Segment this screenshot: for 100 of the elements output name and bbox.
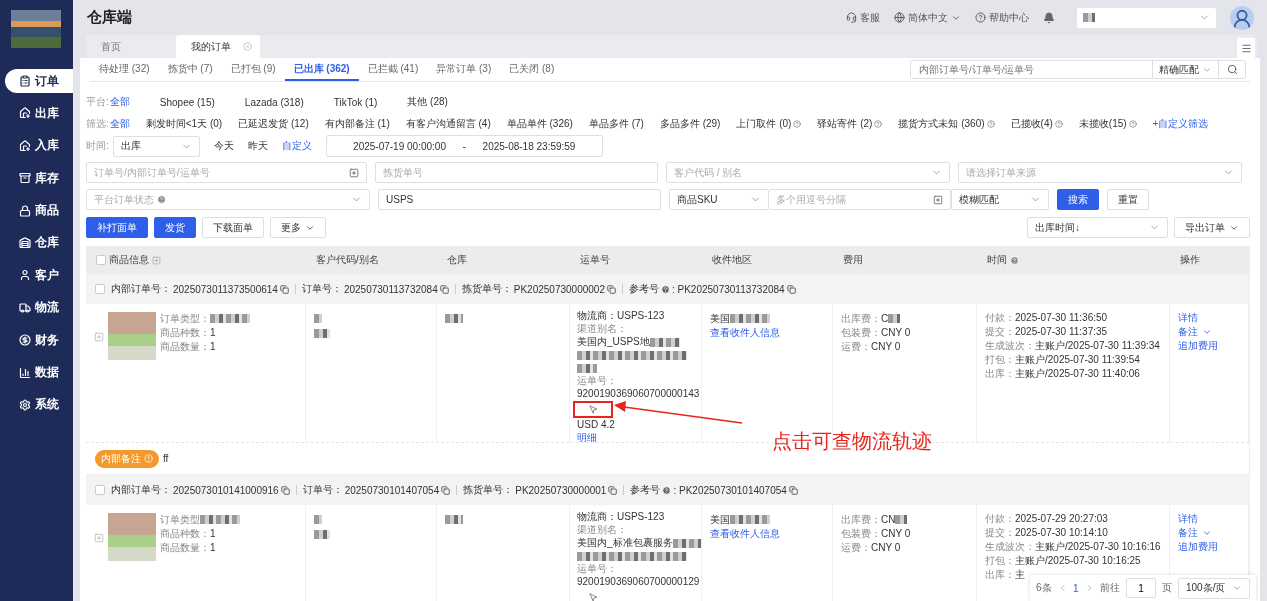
copy-icon[interactable] xyxy=(280,485,290,495)
filter-option[interactable]: 已揽收(4) xyxy=(1010,117,1063,131)
search-button[interactable] xyxy=(1218,61,1245,78)
filter-option[interactable]: 驿站寄件 (2) xyxy=(817,117,883,131)
search-button[interactable]: 搜索 xyxy=(1057,189,1099,210)
platform-option[interactable]: Lazada (318) xyxy=(244,96,304,108)
copy-icon[interactable] xyxy=(439,284,449,294)
sidebar-item[interactable]: 入库 xyxy=(0,133,73,158)
language-selector[interactable]: 简体中文 xyxy=(894,10,961,25)
action-button[interactable]: 发货 xyxy=(154,217,196,238)
status-tab[interactable]: 已关闭 (8) xyxy=(500,58,564,81)
sidebar-item[interactable]: 订单 xyxy=(5,69,73,93)
help-icon[interactable] xyxy=(986,120,995,128)
tracking-icon[interactable] xyxy=(588,593,598,601)
tracking-icon[interactable] xyxy=(588,405,598,414)
copy-icon[interactable] xyxy=(608,485,618,495)
select-all-checkbox[interactable] xyxy=(96,255,106,265)
action-button[interactable]: 补打面单 xyxy=(86,217,148,238)
time-option[interactable]: 昨天 xyxy=(247,139,268,153)
filter-option[interactable]: 单品单件 (326) xyxy=(506,117,573,131)
help-icon[interactable] xyxy=(1054,120,1063,128)
support-link[interactable]: 客服 xyxy=(846,10,880,25)
time-type-select[interactable]: 出库 xyxy=(112,135,200,157)
time-option[interactable]: 今天 xyxy=(213,139,234,153)
sidebar-item[interactable]: 出库 xyxy=(0,101,73,126)
batch-input-icon[interactable] xyxy=(933,194,943,205)
operation-link[interactable]: 追加费用 xyxy=(1178,340,1240,351)
status-tab[interactable]: 待处理 (32) xyxy=(90,58,159,81)
help-link[interactable]: 帮助中心 xyxy=(975,10,1029,25)
filter-option[interactable]: 有客户沟通留言 (4) xyxy=(405,117,491,131)
filter-option[interactable]: 剩发时间<1天 (0) xyxy=(145,117,223,131)
operation-link[interactable]: 备注 xyxy=(1178,326,1240,337)
copy-icon[interactable] xyxy=(441,485,451,495)
copy-icon[interactable] xyxy=(788,485,798,495)
expand-icon[interactable] xyxy=(152,255,161,265)
help-icon[interactable] xyxy=(793,120,802,128)
recipient-info-link[interactable]: 查看收件人信息 xyxy=(710,528,824,539)
filter-option[interactable]: 多品多件 (29) xyxy=(659,117,721,131)
filter-option[interactable]: 上门取件 (0) xyxy=(736,117,802,131)
operation-link[interactable]: 详情 xyxy=(1178,312,1240,323)
operation-link[interactable]: 详情 xyxy=(1178,513,1240,524)
match-mode-select[interactable]: 模糊匹配 xyxy=(951,189,1049,210)
sidebar-item[interactable]: 商品 xyxy=(0,198,73,223)
batch-input-icon[interactable] xyxy=(349,167,359,178)
status-tab[interactable]: 异常订单 (3) xyxy=(427,58,501,81)
reset-button[interactable]: 重置 xyxy=(1107,189,1149,210)
sidebar-item[interactable]: 仓库 xyxy=(0,230,73,255)
action-button[interactable]: 更多 xyxy=(270,217,326,238)
help-icon[interactable] xyxy=(1128,120,1137,128)
platform-option[interactable]: Shopee (15) xyxy=(159,96,215,108)
date-range-field[interactable]: 2025-07-19 00:00:00 - 2025-08-18 23:59:59 xyxy=(325,135,603,157)
export-button[interactable]: 导出订单 xyxy=(1174,217,1250,238)
quick-search[interactable]: 内部订单号/订单号/运单号 精确匹配 xyxy=(910,60,1246,79)
filter-option[interactable]: 未揽收(15) xyxy=(1078,117,1137,131)
close-icon[interactable] xyxy=(243,42,252,51)
filter-option[interactable]: 有内部备注 (1) xyxy=(324,117,390,131)
filter-option[interactable]: 揽货方式未知 (360) xyxy=(898,117,995,131)
custom-filter-link[interactable]: +自定义筛选 xyxy=(1152,117,1209,131)
sort-select[interactable]: 出库时间↓ xyxy=(1027,217,1168,238)
sidebar-item[interactable]: 财务 xyxy=(0,328,73,353)
page-size-select[interactable]: 100条/页 xyxy=(1178,577,1250,599)
order-number-field[interactable]: 订单号/内部订单号/运单号 xyxy=(86,162,367,183)
order-checkbox[interactable] xyxy=(95,284,105,294)
copy-icon[interactable] xyxy=(606,284,616,294)
filter-option[interactable]: 单品多件 (7) xyxy=(588,117,644,131)
page-number[interactable]: 1 xyxy=(1073,582,1079,594)
page-tab[interactable]: 我的订单 xyxy=(176,35,260,58)
platform-option[interactable]: 其他 (28) xyxy=(407,95,448,109)
notification-bell-icon[interactable] xyxy=(1043,11,1055,24)
operation-link[interactable]: 备注 xyxy=(1178,527,1240,538)
avatar[interactable] xyxy=(1230,5,1254,30)
sku-type-select[interactable]: 商品SKU xyxy=(669,189,769,210)
operation-link[interactable]: 追加费用 xyxy=(1178,541,1240,552)
sidebar-item[interactable]: 系统 xyxy=(0,392,73,417)
menu-button[interactable] xyxy=(1237,38,1255,58)
carrier-field[interactable]: USPS xyxy=(378,189,661,210)
status-tab[interactable]: 已打包 (9) xyxy=(221,58,285,81)
page-input[interactable]: 1 xyxy=(1126,578,1156,598)
account-select[interactable] xyxy=(1077,7,1216,28)
action-button[interactable]: 下载面单 xyxy=(202,217,264,238)
filter-option[interactable]: 已延迟发货 (12) xyxy=(238,117,309,131)
status-tab[interactable]: 已出库 (362) xyxy=(284,58,359,81)
detail-link[interactable]: 明细 xyxy=(577,432,699,442)
sku-field[interactable]: 多个用逗号分隔 xyxy=(769,189,951,210)
time-option[interactable]: 自定义 xyxy=(281,139,312,153)
order-checkbox[interactable] xyxy=(95,485,105,495)
sidebar-item[interactable]: 客户 xyxy=(0,263,73,288)
recipient-info-link[interactable]: 查看收件人信息 xyxy=(710,327,824,338)
help-icon[interactable] xyxy=(874,120,883,128)
sidebar-item[interactable]: 库存 xyxy=(0,166,73,191)
page-tab[interactable]: 首页 xyxy=(86,35,176,58)
platform-option[interactable]: TikTok (1) xyxy=(333,96,378,108)
sidebar-item[interactable]: 数据 xyxy=(0,360,73,385)
picking-number-field[interactable]: 拣货单号 xyxy=(375,162,658,183)
status-tab[interactable]: 拣货中 (7) xyxy=(158,58,222,81)
platform-option[interactable]: 全部 xyxy=(109,95,130,109)
copy-icon[interactable] xyxy=(279,284,289,294)
sidebar-item[interactable]: 物流 xyxy=(0,295,73,320)
filter-option[interactable]: 全部 xyxy=(109,117,130,131)
status-tab[interactable]: 已拦截 (41) xyxy=(358,58,428,81)
